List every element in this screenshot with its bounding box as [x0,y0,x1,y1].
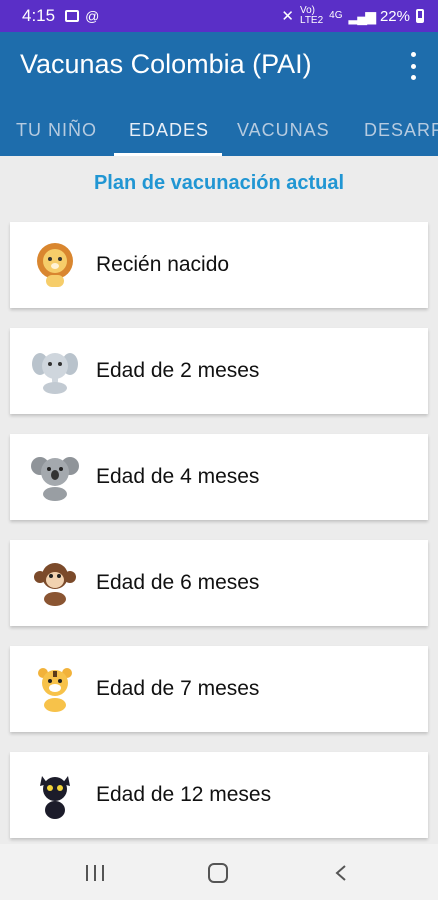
age-item-2-meses[interactable]: Edad de 2 meses [10,328,428,414]
age-item-label: Recién nacido [96,253,230,276]
back-icon[interactable] [334,864,348,882]
tab-tu-nino[interactable]: TU NIÑO [16,120,97,141]
battery-icon [416,9,424,23]
tab-indicator [114,153,222,156]
section-heading: Plan de vacunación actual [93,172,345,194]
age-item-label: Edad de 4 meses [96,465,260,488]
koala-icon [31,457,79,501]
recent-apps-icon[interactable] [86,865,104,881]
tab-bar: TU NIÑO EDADES VACUNAS DESARROLLO [0,116,438,156]
status-bar: 4:15 @ ✕ Vo) LTE2 4G ▂▄▆ 22% [0,0,438,32]
more-vert-icon[interactable] [408,52,418,80]
age-item-12-meses[interactable]: Edad de 12 meses [10,752,428,838]
age-item-recien-nacido[interactable]: Recién nacido [10,222,428,308]
network-label-bottom: LTE2 [300,15,324,26]
sync-icon: @ [85,8,100,24]
age-item-label: Edad de 2 meses [96,359,260,382]
network-gen: 4G [329,10,343,21]
home-icon[interactable] [208,863,228,883]
elephant-icon [32,353,78,394]
cat-icon [40,776,70,819]
signal-icon: ▂▄▆ [348,7,376,24]
age-item-label: Edad de 6 meses [96,571,260,594]
status-time: 4:15 [22,6,56,25]
age-item-label: Edad de 7 meses [96,677,260,700]
app-title: Vacunas Colombia (PAI) [20,49,312,79]
age-item-4-meses[interactable]: Edad de 4 meses [10,434,428,520]
app-bar: Vacunas Colombia (PAI) TU NIÑO EDADES VA… [0,32,438,156]
wifi-calling-icon: Vo) LTE2 [300,6,323,26]
age-item-label: Edad de 12 meses [96,783,272,806]
lion-icon [37,243,73,287]
age-item-7-meses[interactable]: Edad de 7 meses [10,646,428,732]
message-icon [65,10,80,22]
tiger-icon [38,668,72,712]
age-item-6-meses[interactable]: Edad de 6 meses [10,540,428,626]
tab-edades[interactable]: EDADES [129,120,209,141]
monkey-icon [34,563,76,606]
system-nav-bar [0,844,438,900]
tab-desarrollo[interactable]: DESARROLLO [364,120,438,141]
tab-vacunas[interactable]: VACUNAS [237,120,330,141]
mute-icon: ✕ [281,8,294,25]
battery-percent: 22% [379,7,410,25]
